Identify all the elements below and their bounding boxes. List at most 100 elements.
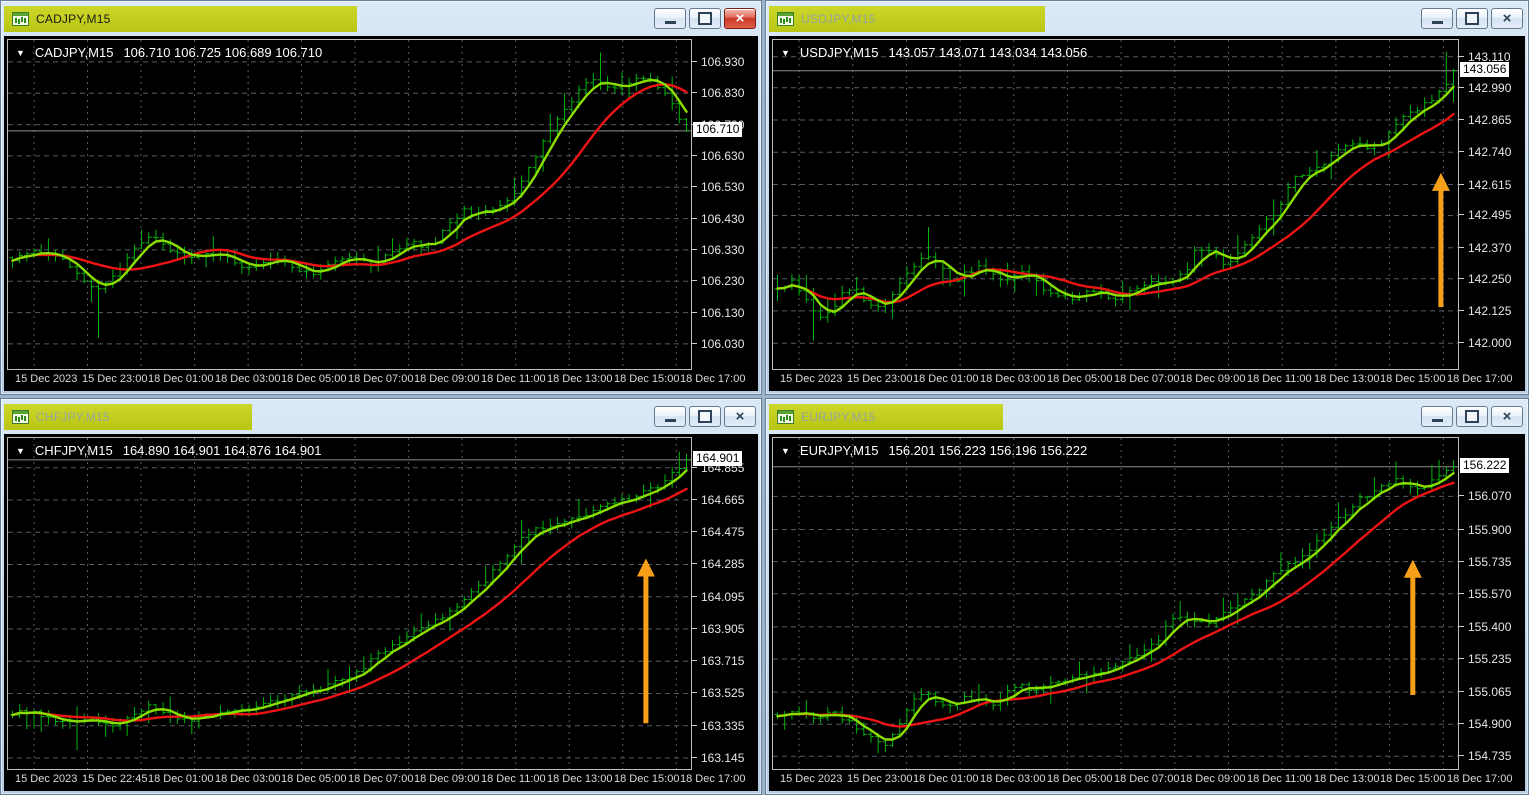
window-titlebar[interactable]: EURJPY,M15 × (766, 399, 1528, 434)
minimize-button[interactable] (1421, 406, 1453, 427)
price-scale[interactable]: 164.855164.665164.475164.285164.095163.9… (692, 437, 755, 770)
time-label: 18 Dec 05:00 (281, 373, 346, 385)
chart-canvas[interactable] (8, 40, 691, 369)
chart-icon (777, 12, 794, 26)
time-axis[interactable]: 15 Dec 202315 Dec 23:0018 Dec 01:0018 De… (772, 770, 1522, 788)
time-label: 18 Dec 05:00 (1047, 773, 1112, 785)
minimize-icon (665, 21, 676, 24)
window-controls: × (654, 8, 756, 29)
time-label: 18 Dec 09:00 (414, 773, 479, 785)
restore-button[interactable] (689, 8, 721, 29)
time-label: 18 Dec 13:00 (547, 373, 612, 385)
minimize-button[interactable] (1421, 8, 1453, 29)
chart-window-usdjpy: USDJPY,M15 × ▼ USDJPY,M15 143.057 143.07… (765, 0, 1529, 395)
price-tick: 106.130 (692, 306, 744, 319)
close-icon: × (736, 11, 745, 26)
minimize-icon (665, 419, 676, 422)
time-label: 18 Dec 01:00 (913, 373, 978, 385)
chart-canvas[interactable] (773, 438, 1458, 769)
chart-area: ▼ CHFJPY,M15 164.890 164.901 164.876 164… (4, 434, 758, 791)
time-label: 18 Dec 17:00 (1447, 373, 1512, 385)
chart-canvas[interactable] (8, 438, 691, 769)
minimize-button[interactable] (654, 406, 686, 427)
time-label: 18 Dec 01:00 (148, 773, 213, 785)
chart-window-cadjpy: CADJPY,M15 × ▼ CADJPY,M15 106.710 106.72… (0, 0, 762, 395)
close-button[interactable]: × (724, 406, 756, 427)
chart-plot[interactable]: ▼ CHFJPY,M15 164.890 164.901 164.876 164… (7, 437, 692, 770)
window-controls: × (1421, 406, 1523, 427)
minimize-icon (1432, 419, 1443, 422)
chart-area: ▼ EURJPY,M15 156.201 156.223 156.196 156… (769, 434, 1525, 791)
window-titlebar[interactable]: CADJPY,M15 × (1, 1, 761, 36)
window-titlebar[interactable]: CHFJPY,M15 × (1, 399, 761, 434)
time-label: 15 Dec 23:00 (847, 373, 912, 385)
price-tick: 154.735 (1459, 749, 1511, 762)
close-button[interactable]: × (1491, 406, 1523, 427)
chart-icon (12, 12, 29, 26)
time-label: 18 Dec 09:00 (414, 373, 479, 385)
time-label: 18 Dec 15:00 (614, 373, 679, 385)
price-tick: 142.615 (1459, 178, 1511, 191)
price-tick: 163.525 (692, 686, 744, 699)
time-label: 18 Dec 13:00 (1314, 373, 1379, 385)
price-tick: 155.735 (1459, 555, 1511, 568)
chart-plot[interactable]: ▼ USDJPY,M15 143.057 143.071 143.034 143… (772, 39, 1459, 370)
time-label: 18 Dec 13:00 (1314, 773, 1379, 785)
time-label: 18 Dec 07:00 (348, 773, 413, 785)
title-highlight: USDJPY,M15 (769, 6, 1045, 32)
time-label: 15 Dec 2023 (15, 773, 77, 785)
price-tick: 155.400 (1459, 620, 1511, 633)
title-highlight: CADJPY,M15 (4, 6, 357, 32)
chart-icon (12, 410, 29, 424)
price-tick: 163.715 (692, 654, 744, 667)
time-label: 15 Dec 2023 (780, 773, 842, 785)
price-scale[interactable]: 156.070155.900155.735155.570155.400155.2… (1459, 437, 1522, 770)
price-scale[interactable]: 143.110142.990142.865142.740142.615142.4… (1459, 39, 1522, 370)
price-scale[interactable]: 106.930106.830106.730106.630106.530106.4… (692, 39, 755, 370)
time-label: 18 Dec 11:00 (481, 773, 546, 785)
restore-button[interactable] (689, 406, 721, 427)
mdi-workspace: CADJPY,M15 × ▼ CADJPY,M15 106.710 106.72… (0, 0, 1529, 795)
time-label: 18 Dec 01:00 (148, 373, 213, 385)
time-label: 18 Dec 13:00 (547, 773, 612, 785)
price-tick: 106.030 (692, 337, 744, 350)
time-label: 18 Dec 17:00 (680, 373, 745, 385)
title-highlight: EURJPY,M15 (769, 404, 1003, 430)
time-label: 18 Dec 15:00 (1380, 773, 1445, 785)
close-button[interactable]: × (1491, 8, 1523, 29)
time-label: 18 Dec 03:00 (215, 773, 280, 785)
time-axis[interactable]: 15 Dec 202315 Dec 23:0018 Dec 01:0018 De… (772, 370, 1522, 388)
restore-button[interactable] (1456, 406, 1488, 427)
close-icon: × (1503, 11, 1512, 26)
time-label: 18 Dec 09:00 (1180, 373, 1245, 385)
price-tick: 164.475 (692, 525, 744, 538)
time-label: 18 Dec 05:00 (281, 773, 346, 785)
chart-canvas[interactable] (773, 40, 1458, 369)
time-label: 18 Dec 15:00 (1380, 373, 1445, 385)
minimize-button[interactable] (654, 8, 686, 29)
time-axis[interactable]: 15 Dec 202315 Dec 22:4518 Dec 01:0018 De… (7, 770, 755, 788)
close-button[interactable]: × (724, 8, 756, 29)
current-price-box: 164.901 (693, 451, 742, 466)
up-arrow-object (1432, 173, 1450, 307)
time-label: 18 Dec 17:00 (1447, 773, 1512, 785)
close-icon: × (1503, 409, 1512, 424)
time-label: 18 Dec 11:00 (481, 373, 546, 385)
title-highlight: CHFJPY,M15 (4, 404, 252, 430)
price-tick: 163.335 (692, 719, 744, 732)
time-axis[interactable]: 15 Dec 202315 Dec 23:0018 Dec 01:0018 De… (7, 370, 755, 388)
chart-plot[interactable]: ▼ EURJPY,M15 156.201 156.223 156.196 156… (772, 437, 1459, 770)
window-controls: × (654, 406, 756, 427)
chart-plot[interactable]: ▼ CADJPY,M15 106.710 106.725 106.689 106… (7, 39, 692, 370)
window-title: CADJPY,M15 (36, 12, 110, 26)
restore-button[interactable] (1456, 8, 1488, 29)
price-tick: 106.930 (692, 55, 744, 68)
price-tick: 106.430 (692, 212, 744, 225)
price-tick: 154.900 (1459, 717, 1511, 730)
time-label: 18 Dec 07:00 (1114, 373, 1179, 385)
time-label: 18 Dec 03:00 (980, 373, 1045, 385)
window-title: USDJPY,M15 (801, 12, 875, 26)
time-label: 18 Dec 03:00 (215, 373, 280, 385)
window-titlebar[interactable]: USDJPY,M15 × (766, 1, 1528, 36)
time-label: 18 Dec 17:00 (680, 773, 745, 785)
